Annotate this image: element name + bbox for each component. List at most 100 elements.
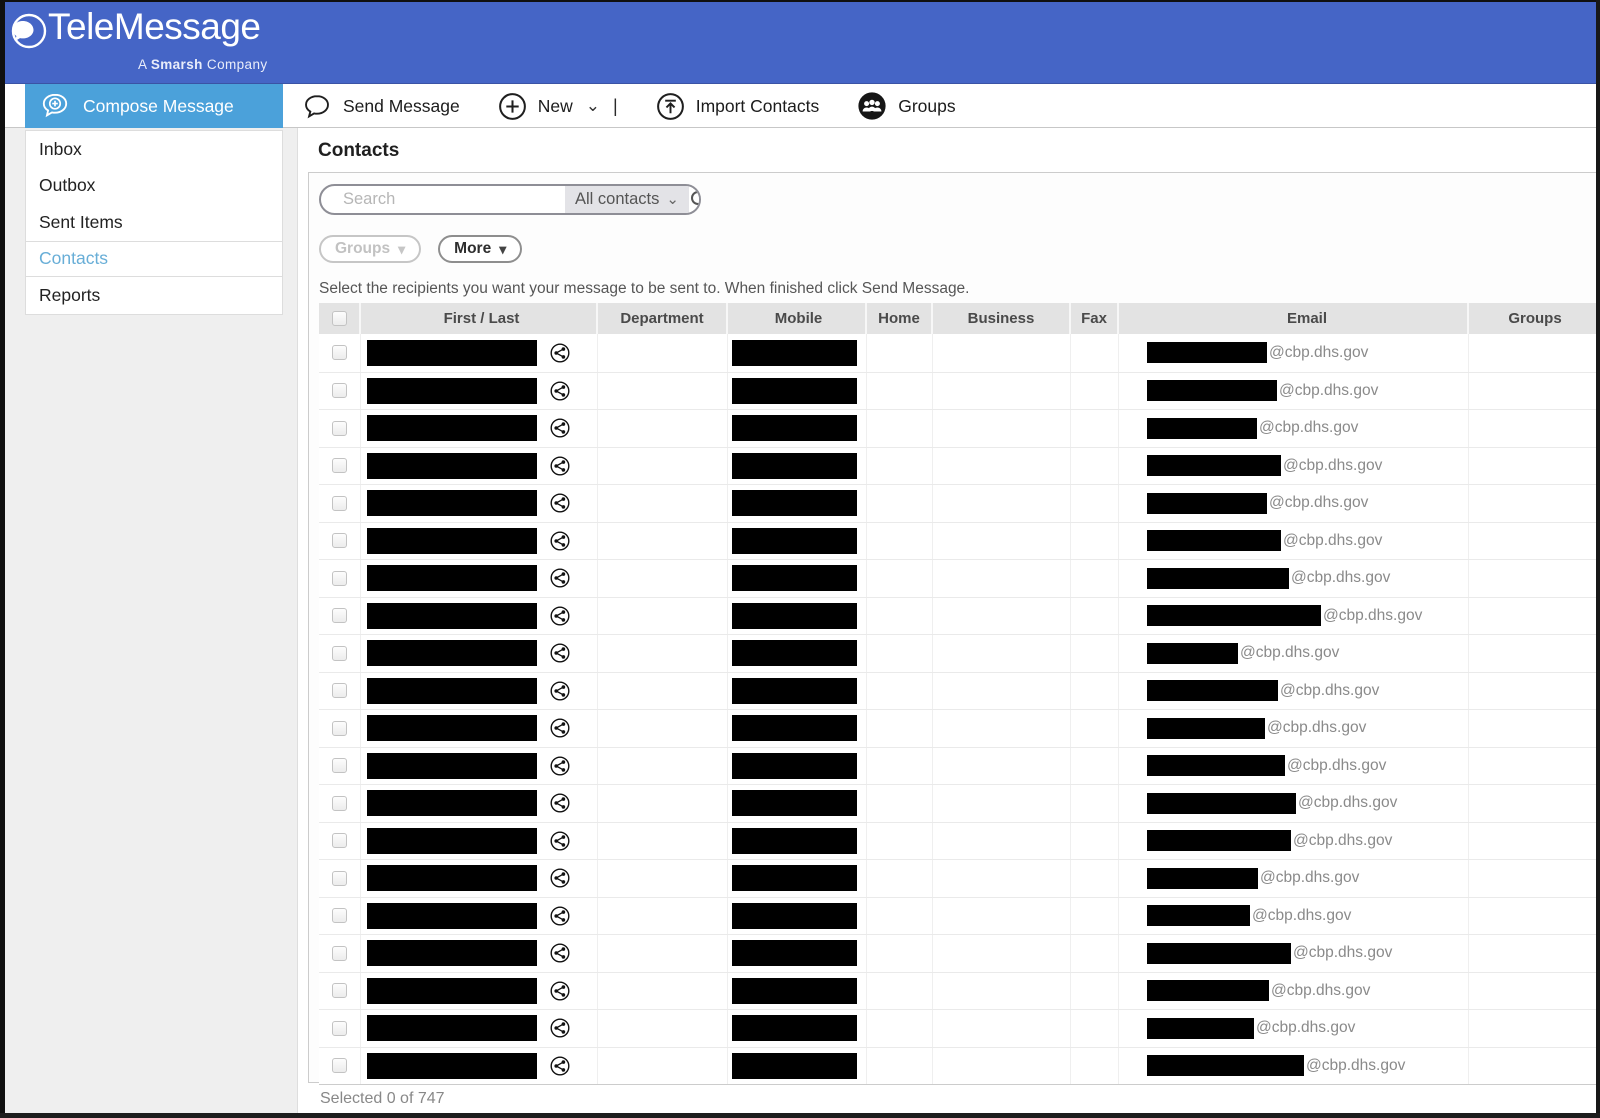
mobile-cell [728,860,867,897]
share-contact-icon[interactable] [550,906,570,926]
screenshot-border-top [0,0,1600,2]
home-cell [867,560,933,597]
redacted-name-bar [367,752,537,779]
share-contact-icon[interactable] [550,493,570,513]
compose-message-button[interactable]: Compose Message [25,84,283,128]
new-label: New [537,95,573,116]
share-contact-icon[interactable] [550,643,570,663]
share-contact-icon[interactable] [550,793,570,813]
share-contact-icon[interactable] [550,718,570,738]
email-domain-text: @cbp.dhs.gov [1256,1019,1356,1037]
department-cell [598,785,728,822]
share-contact-icon[interactable] [550,756,570,776]
mobile-cell [728,1047,867,1084]
redacted-mobile-bar [732,865,857,892]
share-contact-icon[interactable] [550,831,570,851]
redacted-mobile-bar [732,977,857,1004]
row-checkbox[interactable] [332,870,347,886]
row-checkbox[interactable] [332,795,347,811]
row-checkbox-cell [319,560,361,597]
email-cell: @cbp.dhs.gov [1119,860,1469,897]
groups-cell [1469,1048,1600,1085]
row-checkbox[interactable] [332,420,347,436]
more-filter-button[interactable]: More ▾ [438,235,523,263]
row-checkbox[interactable] [332,645,347,661]
row-checkbox[interactable] [332,1058,347,1074]
row-checkbox[interactable] [332,345,347,361]
row-checkbox-cell [319,897,361,934]
share-contact-icon[interactable] [550,531,570,551]
share-contact-icon[interactable] [550,868,570,888]
share-contact-icon[interactable] [550,381,570,401]
groups-cell [1469,560,1600,597]
row-checkbox[interactable] [332,458,347,474]
groups-filter-button[interactable]: Groups ▾ [319,235,422,263]
import-contacts-button[interactable]: Import Contacts [656,92,819,121]
row-checkbox-cell [319,747,361,784]
search-input[interactable] [321,186,565,213]
share-contact-icon[interactable] [550,981,570,1001]
groups-button[interactable]: Groups [857,91,956,121]
row-checkbox[interactable] [332,1020,347,1036]
sidebar-item-outbox[interactable]: Outbox [26,168,282,205]
sidebar-item-reports[interactable]: Reports [26,277,282,314]
redacted-mobile-bar [732,940,857,967]
name-cell [361,972,598,1009]
send-message-label: Send Message [343,95,460,116]
select-all-cell [319,303,361,334]
share-contact-icon[interactable] [550,418,570,438]
email-cell: @cbp.dhs.gov [1119,1010,1469,1047]
mobile-cell [728,747,867,784]
share-contact-icon[interactable] [550,1018,570,1038]
send-message-button[interactable]: Send Message [302,93,460,120]
select-all-checkbox[interactable] [331,311,347,326]
row-checkbox[interactable] [332,683,347,699]
row-checkbox[interactable] [332,495,347,511]
business-cell [933,635,1071,672]
email-cell: @cbp.dhs.gov [1119,410,1469,447]
home-cell [867,447,933,484]
row-checkbox[interactable] [332,383,347,399]
share-contact-icon[interactable] [550,943,570,963]
row-checkbox[interactable] [332,570,347,586]
share-contact-icon[interactable] [550,606,570,626]
sidebar-item-inbox[interactable]: Inbox [26,131,282,168]
share-contact-icon[interactable] [550,1056,570,1076]
department-cell [598,522,728,559]
row-checkbox-cell [319,597,361,634]
sidebar-item-sent-items[interactable]: Sent Items [26,204,282,241]
home-cell [867,410,933,447]
redacted-name-bar [367,490,537,517]
share-contact-icon[interactable] [550,343,570,363]
department-cell [598,710,728,747]
row-checkbox[interactable] [332,608,347,624]
search-submit-button[interactable] [688,186,699,213]
row-checkbox[interactable] [332,983,347,999]
row-checkbox[interactable] [332,833,347,849]
row-checkbox[interactable] [332,945,347,961]
email-domain-text: @cbp.dhs.gov [1283,456,1383,474]
share-contact-icon[interactable] [550,681,570,701]
name-cell [361,672,598,709]
share-contact-icon[interactable] [550,568,570,588]
row-checkbox[interactable] [332,720,347,736]
home-cell [867,1010,933,1047]
chevron-down-icon[interactable]: ⌄ [586,97,600,114]
row-checkbox-cell [319,785,361,822]
redacted-email-bar [1147,755,1285,777]
groups-filter-label: Groups [335,240,391,257]
redacted-name-bar [367,527,537,554]
contacts-filter-dropdown[interactable]: All contacts ⌄ [565,186,689,213]
more-filter-label: More [454,240,492,257]
column-header-first-last: First / Last [361,303,598,334]
business-cell [933,860,1071,897]
row-checkbox[interactable] [332,758,347,774]
new-button[interactable]: New ⌄ | [498,92,618,121]
row-checkbox[interactable] [332,908,347,924]
email-cell: @cbp.dhs.gov [1119,635,1469,672]
sidebar-item-contacts[interactable]: Contacts [26,240,282,277]
fax-cell [1071,822,1119,859]
share-contact-icon[interactable] [550,456,570,476]
groups-cell [1469,334,1600,372]
row-checkbox[interactable] [332,533,347,549]
